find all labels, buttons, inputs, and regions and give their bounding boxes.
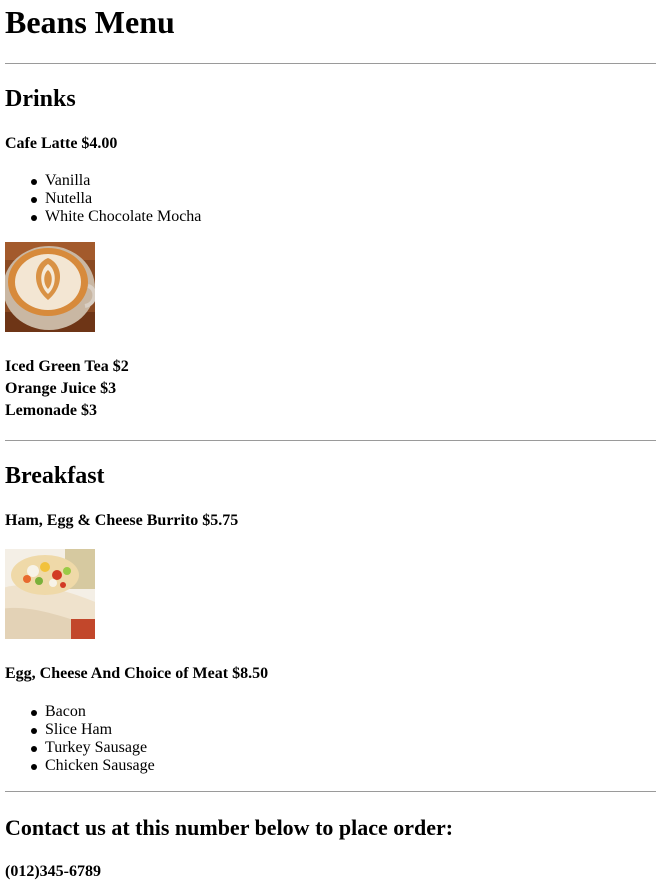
list-item: Slice Ham bbox=[5, 721, 155, 739]
list-item: Bacon bbox=[5, 703, 155, 721]
menu-item-cafe-latte: Cafe Latte $4.00 bbox=[5, 135, 118, 152]
menu-item-lemonade: Lemonade $3 bbox=[5, 402, 97, 419]
divider bbox=[5, 440, 656, 441]
list-item: Chicken Sausage bbox=[5, 757, 155, 775]
cafe-latte-image bbox=[5, 242, 95, 332]
meat-choice-list: Bacon Slice Ham Turkey Sausage Chicken S… bbox=[5, 703, 155, 775]
menu-item-egg-cheese-meat: Egg, Cheese And Choice of Meat $8.50 bbox=[5, 665, 269, 682]
list-item: White Chocolate Mocha bbox=[5, 208, 201, 226]
list-item: Vanilla bbox=[5, 172, 201, 190]
latte-flavor-list: Vanilla Nutella White Chocolate Mocha bbox=[5, 172, 201, 226]
menu-item-burrito: Ham, Egg & Cheese Burrito $5.75 bbox=[5, 512, 239, 529]
list-item: Nutella bbox=[5, 190, 201, 208]
burrito-image bbox=[5, 549, 95, 639]
section-heading-drinks: Drinks bbox=[5, 86, 76, 112]
menu-item-orange-juice: Orange Juice $3 bbox=[5, 380, 117, 397]
contact-phone: (012)345-6789 bbox=[5, 863, 101, 880]
divider bbox=[5, 63, 656, 64]
contact-heading: Contact us at this number below to place… bbox=[5, 815, 454, 840]
page-title: Beans Menu bbox=[5, 4, 175, 40]
section-heading-breakfast: Breakfast bbox=[5, 463, 105, 489]
divider bbox=[5, 791, 656, 792]
list-item: Turkey Sausage bbox=[5, 739, 155, 757]
menu-item-iced-green-tea: Iced Green Tea $2 bbox=[5, 358, 129, 375]
